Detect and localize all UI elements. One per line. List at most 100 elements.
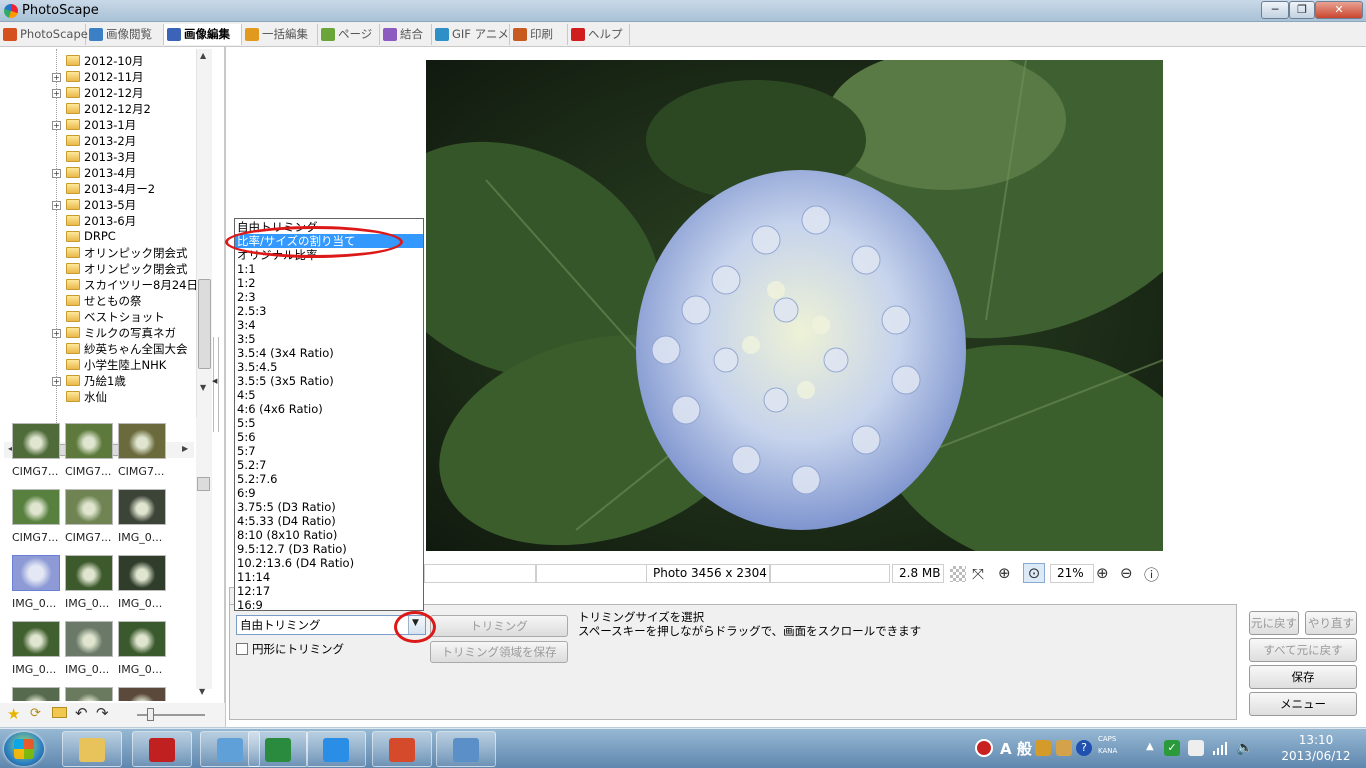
open-folder-icon[interactable]	[52, 707, 67, 718]
crop-ratio-option[interactable]: 5:5	[235, 416, 423, 430]
thumbnail-scroll-thumb[interactable]	[197, 477, 210, 491]
expand-plus-icon[interactable]: +	[52, 329, 61, 338]
crop-ratio-option[interactable]: 5:6	[235, 430, 423, 444]
taskbar-app-button[interactable]	[62, 731, 122, 767]
trim-button[interactable]: トリミング	[430, 615, 568, 637]
folder-item[interactable]: + ミルクの写真ネガ	[52, 325, 176, 341]
ime-dictionary-icon[interactable]	[1056, 740, 1072, 756]
folder-item[interactable]: +2013-5月	[52, 197, 136, 213]
folder-item[interactable]: せともの祭	[52, 293, 142, 309]
redo-button[interactable]: やり直す	[1305, 611, 1357, 635]
scroll-thumb[interactable]	[198, 279, 211, 369]
ime-off-icon[interactable]	[975, 739, 993, 757]
thumbnail-image[interactable]	[65, 423, 113, 459]
tab-5[interactable]: 結合	[380, 24, 432, 45]
forward-arrow-icon[interactable]: ↷	[96, 704, 109, 722]
thumbnail-image[interactable]	[118, 489, 166, 525]
circle-crop-checkbox[interactable]	[236, 643, 248, 655]
show-hidden-icons[interactable]: ▲	[1146, 741, 1154, 752]
tab-3[interactable]: 一括編集	[242, 24, 318, 45]
maximize-button[interactable]: ❐	[1289, 1, 1315, 19]
thumbnail-image[interactable]	[65, 621, 113, 657]
folder-item[interactable]: スカイツリー8月24日	[52, 277, 196, 293]
crop-ratio-option[interactable]: 5.2:7.6	[235, 472, 423, 486]
save-crop-region-button[interactable]: トリミング領域を保存	[430, 641, 568, 663]
crop-ratio-option[interactable]: 8:10 (8x10 Ratio)	[235, 528, 423, 542]
crop-ratio-option[interactable]: 16:9	[235, 598, 423, 610]
expand-plus-icon[interactable]: +	[52, 121, 61, 130]
expand-plus-icon[interactable]: +	[52, 377, 61, 386]
crop-ratio-option[interactable]: 4:5	[235, 388, 423, 402]
folder-item[interactable]: 2013-4月ー2	[52, 181, 155, 197]
thumbnail-image[interactable]	[65, 687, 113, 701]
crop-ratio-option[interactable]: 5:7	[235, 444, 423, 458]
device-icon[interactable]	[1188, 740, 1204, 756]
taskbar-app-button[interactable]	[132, 731, 192, 767]
back-arrow-icon[interactable]: ↶	[75, 704, 88, 722]
taskbar-app-button[interactable]	[372, 731, 432, 767]
thumbnail-image[interactable]	[118, 423, 166, 459]
folder-item[interactable]: + 乃絵1歳	[52, 373, 126, 389]
folder-item[interactable]: 紗英ちゃん全国大会	[52, 341, 188, 357]
thumbnail-size-slider[interactable]	[137, 708, 205, 721]
taskbar-app-button[interactable]	[306, 731, 366, 767]
volume-muted-icon[interactable]: 🔈	[1236, 740, 1253, 756]
save-button[interactable]: 保存	[1249, 665, 1357, 689]
taskbar-app-button[interactable]	[248, 731, 308, 767]
crop-ratio-option[interactable]: 3.75:5 (D3 Ratio)	[235, 500, 423, 514]
folder-item[interactable]: +2012-11月	[52, 69, 144, 85]
crop-ratio-option[interactable]: 11:14	[235, 570, 423, 584]
network-signal-icon[interactable]	[1212, 740, 1228, 756]
crop-ratio-option[interactable]: 12:17	[235, 584, 423, 598]
expand-plus-icon[interactable]: +	[52, 169, 61, 178]
thumbnail-image[interactable]	[65, 555, 113, 591]
crop-ratio-option[interactable]: 1:1	[235, 262, 423, 276]
menu-button[interactable]: メニュー	[1249, 692, 1357, 716]
thumbnail-image[interactable]	[12, 621, 60, 657]
close-button[interactable]: ✕	[1315, 1, 1363, 19]
favorite-star-icon[interactable]: ★	[7, 705, 20, 723]
thumbnail-image[interactable]	[12, 423, 60, 459]
tab-8[interactable]: ヘルプ	[568, 24, 630, 45]
thumbnail-image[interactable]	[118, 621, 166, 657]
thumbnail-scrollbar[interactable]: ▼	[196, 417, 212, 696]
zoom-in-icon[interactable]: ⊕	[1096, 564, 1109, 582]
help-circle-icon[interactable]: ?	[1076, 740, 1092, 756]
expand-plus-icon[interactable]: +	[52, 89, 61, 98]
sync-icon[interactable]: ✓	[1164, 740, 1180, 756]
crop-ratio-option[interactable]: 2.5:3	[235, 304, 423, 318]
tab-4[interactable]: ページ	[318, 24, 380, 45]
crop-ratio-option[interactable]: 4:5.33 (D4 Ratio)	[235, 514, 423, 528]
folder-item[interactable]: オリンピック閉会式	[52, 245, 188, 261]
crop-ratio-option[interactable]: 5.2:7	[235, 458, 423, 472]
crop-ratio-option[interactable]: 3.5:5 (3x5 Ratio)	[235, 374, 423, 388]
scroll-down-icon[interactable]: ▼	[199, 687, 205, 696]
scroll-up-icon[interactable]: ▲	[200, 51, 206, 60]
expand-plus-icon[interactable]: +	[52, 201, 61, 210]
crop-ratio-option[interactable]: 4:6 (4x6 Ratio)	[235, 402, 423, 416]
folder-item[interactable]: 2012-12月2	[52, 101, 151, 117]
thumbnail-image[interactable]	[65, 489, 113, 525]
crop-ratio-option[interactable]: 3:5	[235, 332, 423, 346]
expand-plus-icon[interactable]: +	[52, 73, 61, 82]
folder-item[interactable]: +2013-1月	[52, 117, 136, 133]
folder-item[interactable]: +2012-12月	[52, 85, 144, 101]
crop-ratio-option[interactable]: 3.5:4 (3x4 Ratio)	[235, 346, 423, 360]
start-button[interactable]	[4, 732, 44, 766]
scroll-down-icon[interactable]: ▼	[200, 383, 206, 392]
crop-ratio-option[interactable]: 9.5:12.7 (D3 Ratio)	[235, 542, 423, 556]
tab-7[interactable]: 印刷	[510, 24, 568, 45]
undo-all-button[interactable]: すべて元に戻す	[1249, 638, 1357, 662]
thumbnail-image[interactable]	[12, 555, 60, 591]
folder-item[interactable]: ベストショット	[52, 309, 165, 325]
photo-canvas[interactable]	[426, 60, 1163, 551]
folder-refresh-icon[interactable]: ⟳	[30, 706, 41, 721]
slider-handle[interactable]	[147, 708, 154, 721]
collapse-arrow-icon[interactable]: ◀	[212, 377, 217, 385]
folder-item[interactable]: オリンピック閉会式	[52, 261, 188, 277]
crop-ratio-option[interactable]: 10.2:13.6 (D4 Ratio)	[235, 556, 423, 570]
folder-item[interactable]: +2013-4月	[52, 165, 136, 181]
undo-button[interactable]: 元に戻す	[1249, 611, 1299, 635]
folder-item[interactable]: 2013-2月	[52, 133, 136, 149]
tab-1[interactable]: 画像閲覧	[86, 24, 164, 45]
